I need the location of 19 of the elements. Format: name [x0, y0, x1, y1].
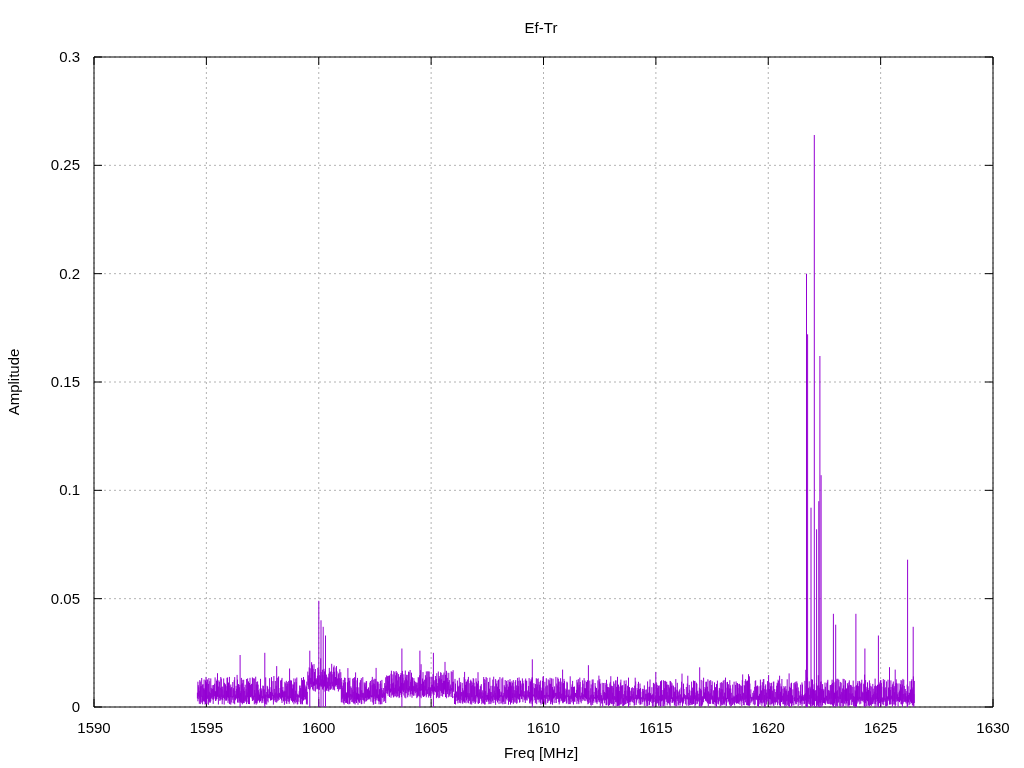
chart-title: Ef-Tr	[524, 19, 558, 36]
x-tick-label: 1610	[526, 719, 561, 736]
x-tick-label: 1595	[189, 719, 224, 736]
y-tick-label: 0.05	[50, 589, 80, 607]
x-tick-label: 1600	[302, 719, 336, 736]
y-tick-label: 0.3	[59, 48, 80, 65]
x-tick-label: 1605	[414, 719, 448, 736]
y-tick-label: 0.25	[50, 156, 80, 174]
y-tick-label: 0	[71, 698, 80, 715]
y-tick-label: 0.2	[59, 264, 80, 282]
x-axis-label: Freq [MHz]	[503, 744, 579, 761]
x-tick-label: 1615	[639, 719, 673, 736]
y-tick-label: 0.15	[50, 373, 80, 390]
x-tick-label: 1625	[863, 719, 898, 736]
x-tick-label: 1620	[751, 719, 785, 736]
y-axis-label: Amplitude	[5, 348, 22, 416]
y-tick-label: 0.1	[59, 481, 80, 499]
x-tick-label: 1590	[77, 719, 111, 736]
x-tick-label: 1630	[976, 719, 1010, 736]
